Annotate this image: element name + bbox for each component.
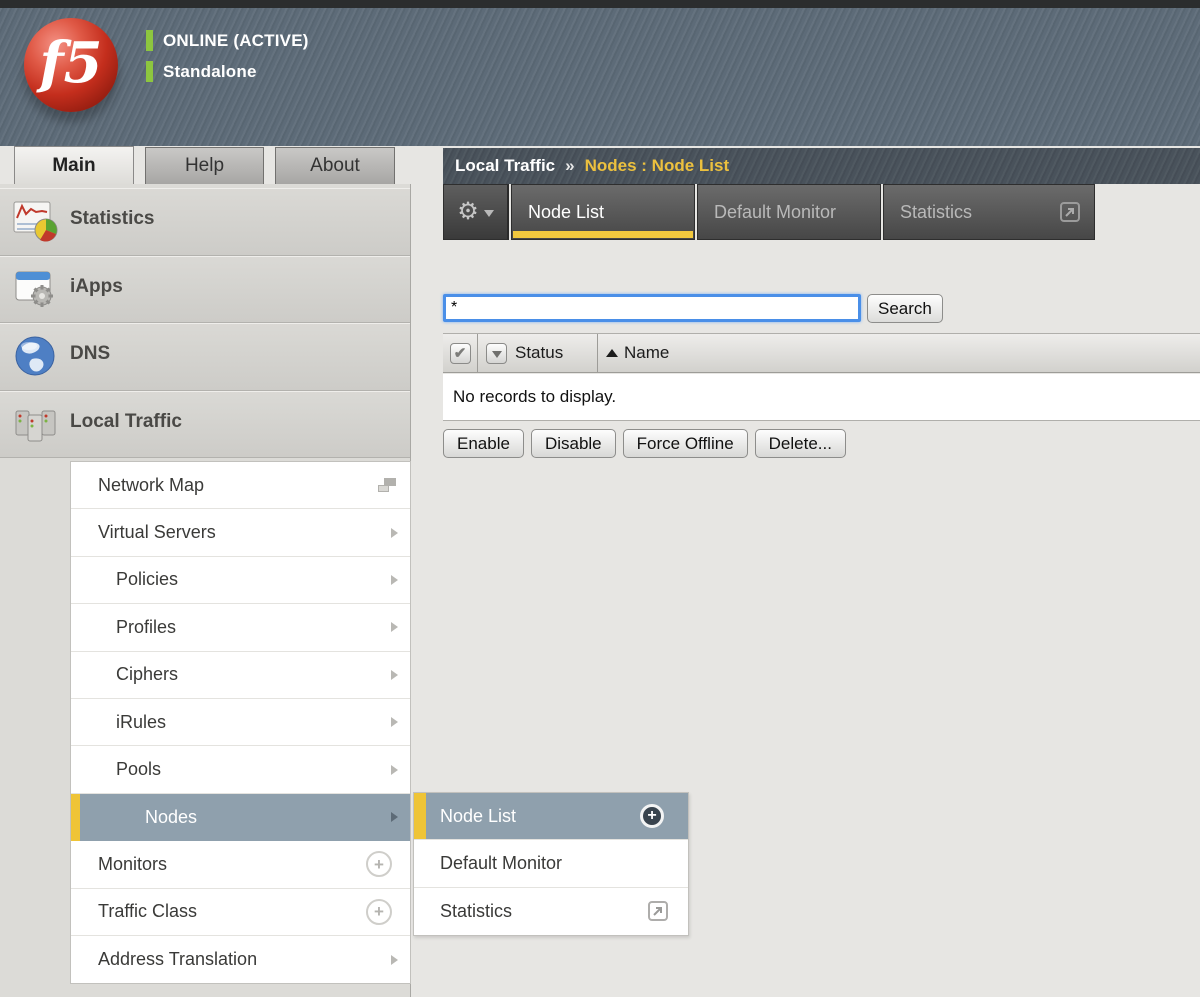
sidebar-item-label: DNS xyxy=(70,343,110,365)
sidebar-item-iapps[interactable]: iApps xyxy=(0,256,410,324)
subtab-statistics[interactable]: Statistics xyxy=(883,184,1095,240)
empty-table-row: No records to display. xyxy=(443,374,1200,421)
status-green-bar xyxy=(146,30,153,51)
subtab-strip: ⚙ Node List Default Monitor Statistics xyxy=(443,184,1095,240)
node-table-header: ✔ Status Name xyxy=(443,333,1200,373)
submenu-item-address-translation[interactable]: Address Translation xyxy=(71,936,410,983)
name-column-header[interactable]: Name xyxy=(598,334,1200,372)
submenu-item-ciphers[interactable]: Ciphers xyxy=(71,652,410,699)
dns-icon xyxy=(12,333,60,379)
submenu-item-traffic-class[interactable]: Traffic Class + xyxy=(71,889,410,936)
chevron-down-icon xyxy=(492,351,502,358)
local-traffic-submenu: Network Map Virtual Servers Policies Pro… xyxy=(70,461,411,984)
f5-logo: f5 xyxy=(24,18,118,112)
delete-button[interactable]: Delete... xyxy=(755,429,846,458)
status-online-label: ONLINE (ACTIVE) xyxy=(163,31,309,51)
settings-menu-button[interactable]: ⚙ xyxy=(443,184,509,240)
external-link-icon xyxy=(1060,202,1080,222)
tab-about[interactable]: About xyxy=(275,147,395,184)
chevron-right-icon xyxy=(391,812,398,822)
empty-message: No records to display. xyxy=(453,387,616,407)
statistics-icon xyxy=(12,198,60,244)
status-filter-dropdown[interactable] xyxy=(486,343,507,364)
flyout-item-statistics[interactable]: Statistics xyxy=(414,888,688,935)
submenu-item-virtual-servers[interactable]: Virtual Servers xyxy=(71,509,410,556)
chevron-right-icon xyxy=(391,955,398,965)
search-button[interactable]: Search xyxy=(867,294,943,323)
action-button-row: Enable Disable Force Offline Delete... xyxy=(443,429,846,458)
active-tab-underline xyxy=(513,231,693,238)
breadcrumb-separator: » xyxy=(565,156,574,176)
select-all-checkbox[interactable]: ✔ xyxy=(450,343,471,364)
tab-main[interactable]: Main xyxy=(14,146,134,184)
chevron-right-icon xyxy=(391,765,398,775)
chevron-right-icon xyxy=(391,622,398,632)
submenu-item-profiles[interactable]: Profiles xyxy=(71,604,410,651)
device-status: ONLINE (ACTIVE) Standalone xyxy=(146,30,309,92)
subtab-node-list[interactable]: Node List xyxy=(511,184,695,240)
nodes-flyout-menu: Node List + Default Monitor Statistics xyxy=(413,792,689,936)
submenu-item-policies[interactable]: Policies xyxy=(71,557,410,604)
status-green-bar xyxy=(146,61,153,82)
breadcrumb-page: Nodes : Node List xyxy=(585,156,730,176)
masthead: f5 ONLINE (ACTIVE) Standalone xyxy=(0,8,1200,146)
sidebar-item-statistics[interactable]: Statistics xyxy=(0,188,410,256)
enable-button[interactable]: Enable xyxy=(443,429,524,458)
windows-icon xyxy=(378,478,396,492)
sidebar-item-local-traffic[interactable]: Local Traffic xyxy=(0,391,410,459)
status-standalone-label: Standalone xyxy=(163,62,257,82)
plus-circle-icon[interactable]: + xyxy=(366,899,392,925)
chevron-right-icon xyxy=(391,670,398,680)
selected-accent-bar xyxy=(414,793,426,839)
local-traffic-icon xyxy=(12,401,60,447)
chevron-right-icon xyxy=(391,575,398,585)
disable-button[interactable]: Disable xyxy=(531,429,616,458)
tab-help[interactable]: Help xyxy=(145,147,264,184)
gear-icon: ⚙ xyxy=(457,200,479,224)
select-all-cell: ✔ xyxy=(443,334,478,372)
sidebar-item-label: Statistics xyxy=(70,208,154,230)
sidebar-item-label: Local Traffic xyxy=(70,411,182,433)
status-column-header: Status xyxy=(478,334,598,372)
submenu-item-pools[interactable]: Pools xyxy=(71,746,410,793)
top-strip xyxy=(0,0,1200,8)
force-offline-button[interactable]: Force Offline xyxy=(623,429,748,458)
status-online: ONLINE (ACTIVE) xyxy=(146,30,309,51)
breadcrumb: Local Traffic » Nodes : Node List xyxy=(443,148,1200,184)
submenu-item-monitors[interactable]: Monitors + xyxy=(71,841,410,888)
iapps-icon xyxy=(12,266,60,312)
chevron-down-icon xyxy=(484,210,494,217)
sort-ascending-icon xyxy=(606,349,618,357)
sidebar: Statistics iApps xyxy=(0,184,411,997)
external-link-icon xyxy=(648,901,668,921)
submenu-item-nodes[interactable]: Nodes xyxy=(71,794,410,841)
f5-logo-text: f5 xyxy=(39,35,102,91)
search-input[interactable] xyxy=(443,294,861,322)
flyout-item-node-list[interactable]: Node List + xyxy=(414,793,688,840)
breadcrumb-section: Local Traffic xyxy=(455,156,555,176)
subtab-default-monitor[interactable]: Default Monitor xyxy=(697,184,881,240)
sidebar-item-dns[interactable]: DNS xyxy=(0,323,410,391)
status-standalone: Standalone xyxy=(146,61,309,82)
submenu-item-network-map[interactable]: Network Map xyxy=(71,462,410,509)
chevron-right-icon xyxy=(391,528,398,538)
f5-bigip-screen: f5 ONLINE (ACTIVE) Standalone Main Help … xyxy=(0,0,1200,997)
flyout-item-default-monitor[interactable]: Default Monitor xyxy=(414,840,688,887)
plus-circle-icon[interactable]: + xyxy=(640,804,664,828)
submenu-item-irules[interactable]: iRules xyxy=(71,699,410,746)
chevron-right-icon xyxy=(391,717,398,727)
selected-accent-bar xyxy=(71,794,80,841)
plus-circle-icon[interactable]: + xyxy=(366,851,392,877)
sidebar-item-label: iApps xyxy=(70,276,123,298)
